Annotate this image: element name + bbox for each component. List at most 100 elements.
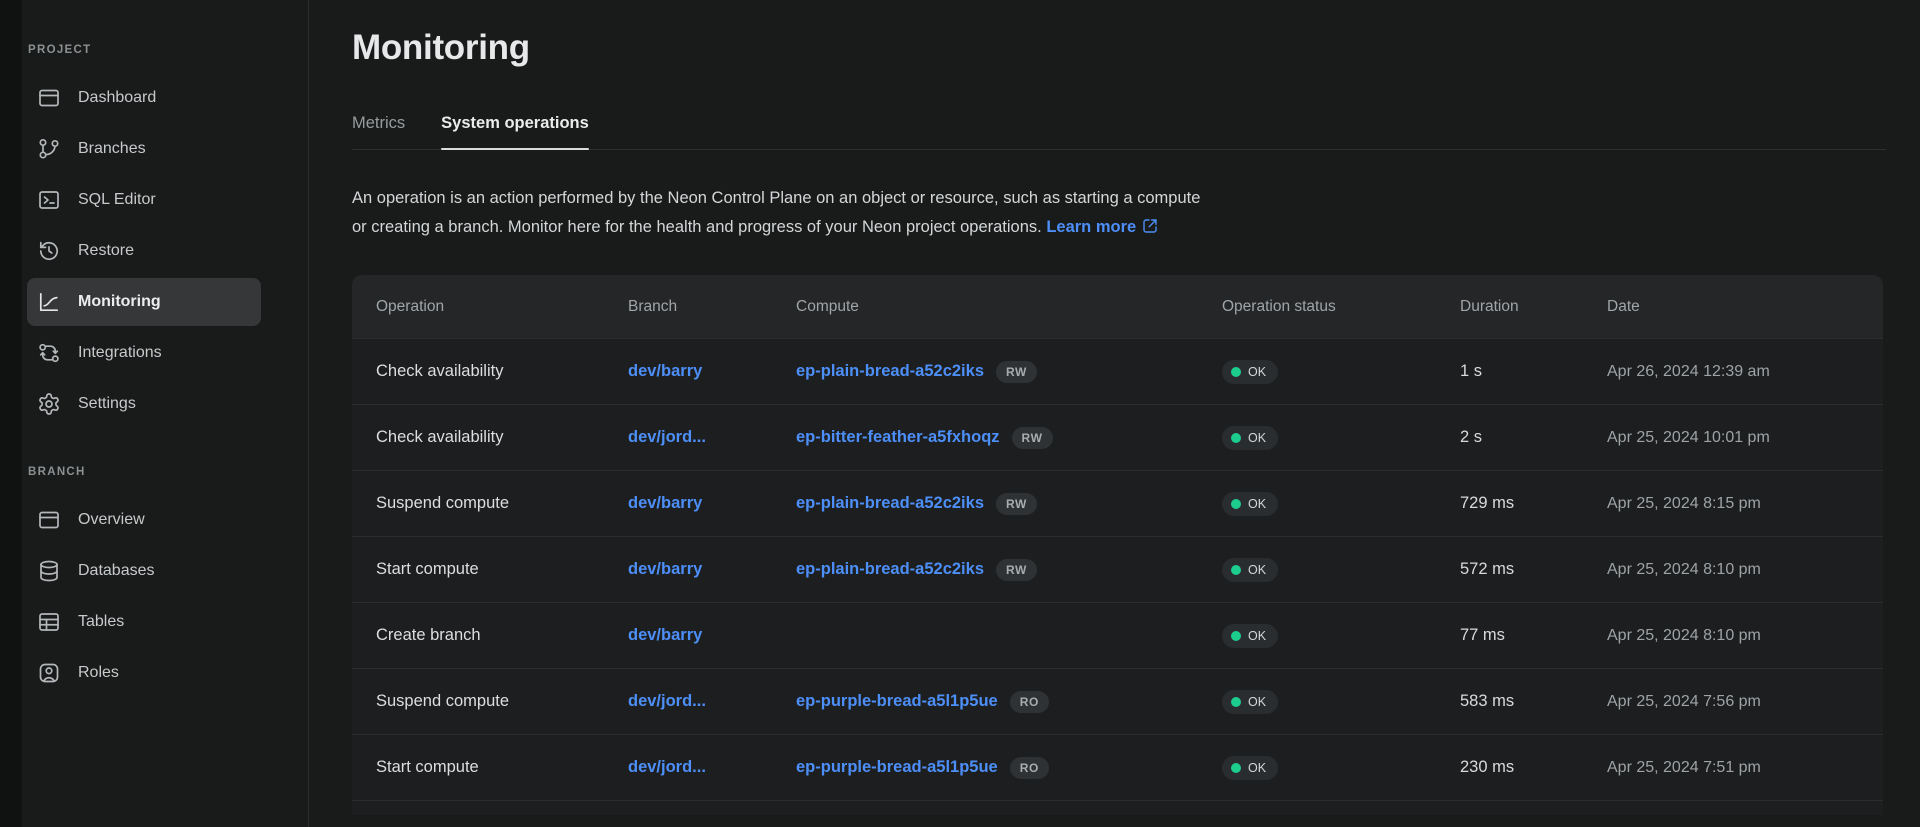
compute-link[interactable]: ep-plain-bread-a52c2iks bbox=[796, 560, 984, 579]
compute-type-badge: RW bbox=[996, 493, 1037, 515]
sidebar-item-overview[interactable]: Overview bbox=[27, 496, 261, 544]
status-ok-dot-icon bbox=[1231, 763, 1241, 773]
status-badge: OK bbox=[1222, 492, 1278, 516]
tab-metrics[interactable]: Metrics bbox=[352, 114, 405, 149]
branch-link[interactable]: dev/jord... bbox=[628, 758, 706, 776]
sidebar-item-label: Settings bbox=[78, 395, 136, 413]
branch-link[interactable]: dev/barry bbox=[628, 494, 702, 512]
status-label: OK bbox=[1248, 630, 1266, 642]
sidebar-item-databases[interactable]: Databases bbox=[27, 547, 261, 595]
branch-cell: dev/jord... bbox=[628, 758, 796, 777]
sql-editor-icon bbox=[37, 188, 61, 212]
sidebar-item-integrations[interactable]: Integrations bbox=[27, 329, 261, 377]
status-cell: OK bbox=[1222, 360, 1460, 384]
operation-cell: Create branch bbox=[376, 626, 628, 645]
date-cell: Apr 26, 2024 12:39 am bbox=[1607, 363, 1883, 381]
status-cell: OK bbox=[1222, 756, 1460, 780]
tab-system-operations[interactable]: System operations bbox=[441, 114, 589, 149]
compute-type-badge: RO bbox=[1010, 757, 1049, 779]
table-header: OperationBranchComputeOperation statusDu… bbox=[352, 275, 1883, 338]
status-cell: OK bbox=[1222, 558, 1460, 582]
sidebar-item-roles[interactable]: Roles bbox=[27, 649, 261, 697]
table-row: Start computedev/barry ep-plain-bread-a52… bbox=[352, 536, 1883, 602]
sidebar-item-label: Overview bbox=[78, 511, 145, 529]
status-badge: OK bbox=[1222, 624, 1278, 648]
status-ok-dot-icon bbox=[1231, 697, 1241, 707]
compute-type-badge: RW bbox=[996, 559, 1037, 581]
nav-section-label: PROJECT bbox=[28, 44, 308, 56]
duration-cell: 583 ms bbox=[1460, 692, 1607, 711]
sidebar-item-label: Restore bbox=[78, 242, 134, 260]
column-header-duration: Duration bbox=[1460, 298, 1607, 316]
status-badge: OK bbox=[1222, 360, 1278, 384]
compute-type-badge: RW bbox=[1012, 427, 1053, 449]
operation-cell: Start compute bbox=[376, 758, 628, 777]
sidebar-item-settings[interactable]: Settings bbox=[27, 380, 261, 428]
status-ok-dot-icon bbox=[1231, 499, 1241, 509]
compute-link[interactable]: ep-purple-bread-a5l1p5ue bbox=[796, 758, 998, 777]
dashboard-icon bbox=[37, 86, 61, 110]
status-ok-dot-icon bbox=[1231, 565, 1241, 575]
sidebar-item-label: Roles bbox=[78, 664, 119, 682]
status-label: OK bbox=[1248, 432, 1266, 444]
column-header-compute: Compute bbox=[796, 298, 1222, 316]
column-header-date: Date bbox=[1607, 298, 1883, 316]
column-header-branch: Branch bbox=[628, 298, 796, 316]
status-label: OK bbox=[1248, 564, 1266, 576]
description-line-2: or creating a branch. Monitor here for t… bbox=[352, 218, 1042, 236]
duration-cell: 230 ms bbox=[1460, 758, 1607, 777]
duration-cell: 572 ms bbox=[1460, 560, 1607, 579]
sidebar-item-branches[interactable]: Branches bbox=[27, 125, 261, 173]
date-cell: Apr 25, 2024 8:15 pm bbox=[1607, 495, 1883, 513]
sidebar-item-label: Databases bbox=[78, 562, 155, 580]
compute-link[interactable]: ep-bitter-feather-a5fxhoqz bbox=[796, 428, 1000, 447]
compute-link[interactable]: ep-plain-bread-a52c2iks bbox=[796, 362, 984, 381]
compute-cell: ep-bitter-feather-a5fxhoqz RW bbox=[796, 427, 1222, 449]
description-line-1: An operation is an action performed by t… bbox=[352, 189, 1200, 207]
operation-cell: Suspend compute bbox=[376, 692, 628, 711]
branch-link[interactable]: dev/jord... bbox=[628, 428, 706, 446]
branch-cell: dev/jord... bbox=[628, 428, 796, 447]
table-row: Suspend computedev/barryep-plain-bread-a… bbox=[352, 470, 1883, 536]
tab-bar: Metrics System operations bbox=[352, 114, 1886, 150]
sidebar-item-restore[interactable]: Restore bbox=[27, 227, 261, 275]
branch-link[interactable]: dev/barry bbox=[628, 626, 702, 644]
compute-type-badge: RW bbox=[996, 361, 1037, 383]
table-row: Start computedev/jord... ep-purple-bread-… bbox=[352, 734, 1883, 800]
duration-cell: 2 s bbox=[1460, 428, 1607, 447]
sidebar-item-sql-editor[interactable]: SQL Editor bbox=[27, 176, 261, 224]
sidebar-item-dashboard[interactable]: Dashboard bbox=[27, 74, 261, 122]
roles-icon bbox=[37, 661, 61, 685]
branches-icon bbox=[37, 137, 61, 161]
tables-icon bbox=[37, 610, 61, 634]
sidebar-item-tables[interactable]: Tables bbox=[27, 598, 261, 646]
compute-cell: ep-purple-bread-a5l1p5ue RO bbox=[796, 757, 1222, 779]
learn-more-link[interactable]: Learn more bbox=[1046, 218, 1158, 236]
main-content: Monitoring MetricsSystem operations An o… bbox=[310, 0, 1920, 827]
status-cell: OK bbox=[1222, 624, 1460, 648]
databases-icon bbox=[37, 559, 61, 583]
compute-type-badge: RO bbox=[1010, 691, 1049, 713]
sidebar-item-monitoring[interactable]: Monitoring bbox=[27, 278, 261, 326]
branch-link[interactable]: dev/jord... bbox=[628, 692, 706, 710]
sidebar-nav: PROJECT DashboardBranchesSQL Editor Restor… bbox=[22, 44, 308, 697]
column-header-operation-status: Operation status bbox=[1222, 298, 1460, 316]
table-row: Check availabilitydev/jord... ep-bitter-f… bbox=[352, 404, 1883, 470]
branch-cell: dev/jord... bbox=[628, 692, 796, 711]
operation-cell: Start compute bbox=[376, 560, 628, 579]
compute-link[interactable]: ep-purple-bread-a5l1p5ue bbox=[796, 692, 998, 711]
compute-cell: ep-purple-bread-a5l1p5ue RO bbox=[796, 691, 1222, 713]
table-row: Create branchdev/barryOK77 msApr 25, 202… bbox=[352, 602, 1883, 668]
duration-cell: 77 ms bbox=[1460, 626, 1607, 645]
branch-link[interactable]: dev/barry bbox=[628, 362, 702, 380]
date-cell: Apr 25, 2024 8:10 pm bbox=[1607, 561, 1883, 579]
compute-cell: ep-plain-bread-a52c2iks RW bbox=[796, 559, 1222, 581]
integrations-icon bbox=[37, 341, 61, 365]
external-link-icon bbox=[1142, 218, 1158, 234]
status-badge: OK bbox=[1222, 690, 1278, 714]
monitoring-icon bbox=[37, 290, 61, 314]
operation-cell: Check availability bbox=[376, 428, 628, 447]
branch-link[interactable]: dev/barry bbox=[628, 560, 702, 578]
column-header-operation: Operation bbox=[376, 298, 628, 316]
compute-link[interactable]: ep-plain-bread-a52c2iks bbox=[796, 494, 984, 513]
